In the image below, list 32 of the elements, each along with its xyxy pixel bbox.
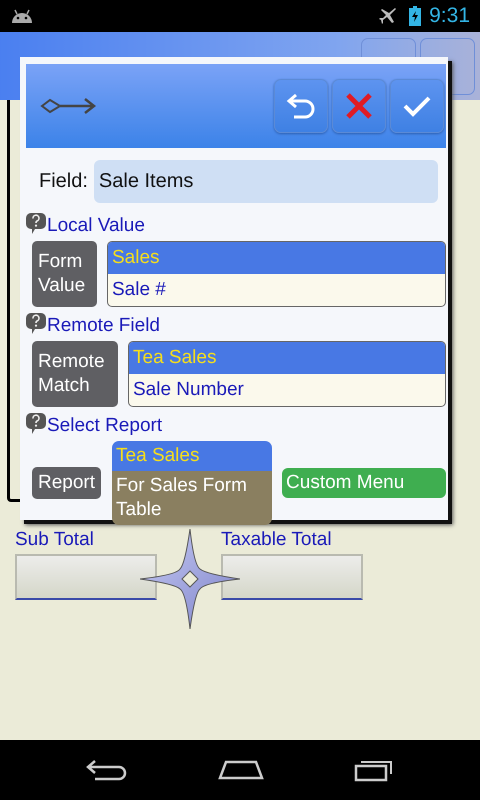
- android-icon: [10, 8, 34, 24]
- help-bubble-icon[interactable]: [26, 213, 46, 235]
- option-button[interactable]: Form Value: [32, 241, 97, 307]
- option-button[interactable]: Report: [32, 467, 102, 499]
- field-label: Sub Total: [15, 528, 95, 552]
- undo-button[interactable]: [274, 79, 328, 133]
- close-icon: [345, 92, 373, 120]
- diamond-arrow-icon: [40, 96, 98, 116]
- battery-icon: [409, 6, 422, 26]
- airplane-icon: [379, 7, 398, 25]
- input-field[interactable]: [221, 554, 363, 600]
- confirm-button[interactable]: [390, 79, 444, 133]
- back-icon[interactable]: [84, 759, 129, 781]
- help-bubble-icon[interactable]: [26, 313, 46, 335]
- help-bubble-icon[interactable]: [26, 413, 46, 435]
- field-value[interactable]: Sale Items: [94, 160, 438, 203]
- home-icon[interactable]: [218, 760, 264, 780]
- undo-icon: [286, 92, 316, 120]
- section-title: Select Report: [47, 415, 162, 437]
- list-option[interactable]: For Sales Form Table: [112, 471, 272, 525]
- check-icon: [402, 94, 432, 118]
- section-title: Local Value: [47, 215, 145, 237]
- field-label: Taxable Total: [221, 528, 333, 552]
- list-option[interactable]: Sale #: [108, 274, 445, 306]
- list-option[interactable]: Sale Number: [129, 374, 445, 406]
- input-field[interactable]: [15, 554, 157, 600]
- option-button[interactable]: Remote Match: [32, 341, 118, 407]
- field-label: Field:: [39, 170, 88, 193]
- option-list[interactable]: Tea Sales Sale Number: [128, 341, 446, 407]
- option-list[interactable]: Sales Sale #: [107, 241, 446, 307]
- clock-time: 9:31: [429, 4, 470, 28]
- section-title: Remote Field: [47, 315, 160, 337]
